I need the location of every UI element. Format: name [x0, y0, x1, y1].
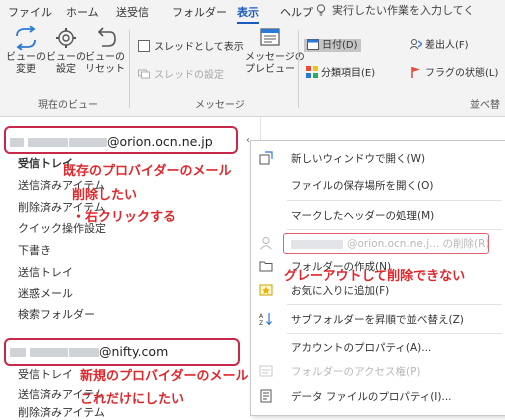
menu-separator [287, 304, 502, 305]
reset-view-button[interactable]: ビューの リセット [84, 26, 126, 76]
arrange-sender-label: 差出人(F) [425, 40, 469, 51]
menu-item-label: フォルダーのアクセス権(P) [291, 366, 421, 378]
message-preview-button[interactable]: メッセージの プレビュー [245, 26, 305, 76]
view-settings-button[interactable]: ビューの 設定 [46, 26, 86, 76]
tell-me-text: 実行したい作業を入力してく [332, 4, 475, 17]
highlight-box-account2 [4, 338, 240, 366]
thread-settings-icon [138, 69, 150, 79]
thread-checkbox[interactable]: スレッドとして表示 [138, 38, 244, 53]
tab-help[interactable]: ヘルプ [280, 4, 313, 20]
annotation-want-delete: 削除したい [72, 188, 138, 203]
menu-bar: ファイル ホーム 送受信 フォルダー 表示 ヘルプ 実行したい作業を入力してく [0, 0, 505, 25]
sort-az-icon: AZ [259, 313, 272, 326]
thread-settings-button: スレッドの設定 [138, 66, 224, 81]
messages-group-label: メッセージ [195, 100, 245, 111]
menu-item-sort-subfolders[interactable]: AZ サブフォルダーを昇順で並べ替え(Z) [251, 308, 505, 330]
folder-drafts[interactable]: 下書き [18, 242, 51, 258]
folder-search[interactable]: 検索フォルダー [18, 306, 95, 322]
tab-view[interactable]: 表示 [237, 4, 259, 25]
arrange-flag-label: フラグの状態(L) [425, 68, 499, 79]
menu-item-account-properties[interactable]: アカウントのプロパティ(A)... [251, 336, 505, 358]
star-icon [259, 284, 273, 296]
data-file-icon [260, 389, 272, 403]
menu-item-data-file-properties[interactable]: データ ファイルのプロパティ(I)... [251, 385, 505, 407]
annotation-only-this: これだけにしたい [80, 392, 185, 407]
category-icon [306, 66, 318, 78]
annotation-existing-mail: 既存のプロバイダーのメール [63, 164, 232, 179]
menu-item-label: サブフォルダーを昇順で並べ替え(Z) [291, 314, 464, 326]
sender-icon [410, 39, 422, 50]
menu-item-open-new-window[interactable]: 新しいウィンドウで開く(W) [251, 147, 505, 169]
arrange-category-label: 分類項目(E) [321, 68, 376, 79]
tab-home[interactable]: ホーム [66, 4, 99, 20]
menu-separator [287, 200, 502, 201]
tab-file[interactable]: ファイル [8, 4, 52, 20]
menu-item-label: マークしたヘッダーの処理(M) [291, 210, 435, 222]
current-view-group-label: 現在のビュー [38, 100, 98, 111]
menu-item-label: お気に入りに追加(F) [291, 285, 390, 297]
view-settings-label: ビューの 設定 [46, 52, 86, 75]
gear-icon [56, 28, 76, 48]
highlight-box-account1 [4, 126, 238, 154]
thread-settings-label: スレッドの設定 [154, 70, 224, 81]
menu-item-folder-permissions: フォルダーのアクセス権(P) [251, 360, 505, 382]
menu-separator [287, 229, 502, 230]
folder-outbox[interactable]: 送信トレイ [18, 264, 73, 280]
annotation-new-mail: 新規のプロバイダーのメール [80, 369, 249, 384]
arrange-category-button[interactable]: 分類項目(E) [306, 64, 375, 79]
date-highlight: 日付(D) [304, 39, 361, 52]
thread-checkbox-label: スレッドとして表示 [154, 42, 244, 53]
menu-item-process-headers[interactable]: マークしたヘッダーの処理(M) [251, 204, 505, 226]
change-view-label: ビューの 変更 [6, 52, 46, 75]
new-window-icon [259, 151, 273, 165]
menu-item-label: ファイルの保存場所を開く(O) [291, 180, 434, 192]
calendar-icon [307, 39, 319, 50]
reset-view-label: ビューの リセット [85, 52, 125, 75]
tell-me-box[interactable]: 実行したい作業を入力してく [316, 2, 474, 18]
arrange-date-label: 日付(D) [322, 40, 358, 51]
arrange-flag-button[interactable]: フラグの状態(L) [410, 64, 498, 79]
message-preview-icon [260, 28, 280, 46]
change-view-button[interactable]: ビューの 変更 [6, 26, 46, 76]
folder-junk[interactable]: 迷惑メール [18, 285, 73, 301]
tab-send-receive[interactable]: 送受信 [116, 4, 149, 20]
ribbon-divider [298, 30, 299, 108]
menu-item-label: データ ファイルのプロパティ(I)... [291, 391, 452, 403]
arrange-sender-button[interactable]: 差出人(F) [410, 36, 469, 51]
menu-item-open-file-location[interactable]: ファイルの保存場所を開く(O) [251, 174, 505, 196]
reset-icon [97, 27, 116, 47]
ribbon: ビューの 変更 ビューの 設定 ビューの リセット 現在のビュー スレッドとして… [0, 24, 505, 117]
annotation-right-click: ・右クリックする [72, 210, 177, 225]
menu-item-delete-account: @orion.ocn.ne.j... の削除(R) [251, 232, 505, 254]
menu-item-label: 新しいウィンドウで開く(W) [291, 153, 426, 165]
checkbox-box [138, 40, 150, 52]
arrange-date-button[interactable]: 日付(D) [304, 36, 361, 52]
ribbon-divider [129, 30, 130, 108]
menu-separator [287, 333, 502, 334]
annotation-greyed-out: グレーアウトして削除できない [284, 269, 466, 284]
change-view-icon [16, 26, 36, 50]
folder-inbox-2[interactable]: 受信トレイ [18, 366, 73, 382]
flag-icon [411, 67, 420, 78]
svg-text:A: A [259, 313, 264, 320]
menu-item-label: アカウントのプロパティ(A)... [291, 342, 432, 354]
lightbulb-icon [316, 4, 326, 16]
svg-text:Z: Z [259, 320, 263, 326]
folder-icon [259, 261, 273, 272]
person-icon [260, 237, 272, 250]
message-preview-label: メッセージの プレビュー [245, 52, 305, 75]
disabled-item-highlight [283, 233, 489, 254]
access-icon [259, 365, 273, 377]
tab-folder[interactable]: フォルダー [172, 4, 227, 20]
arrangement-group-label: 並べ替 [470, 100, 500, 111]
